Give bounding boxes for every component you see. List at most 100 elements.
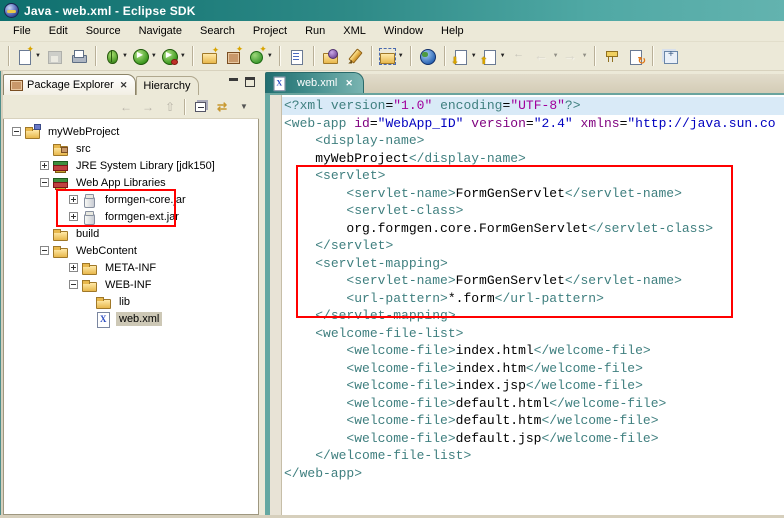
open-web-browser-button[interactable]	[416, 44, 440, 68]
code-line-18[interactable]: <welcome-file>default.html</welcome-file…	[284, 395, 784, 413]
back-button[interactable]: ▼	[532, 44, 561, 68]
next-annotation-button[interactable]: ▼	[450, 44, 479, 68]
code-line-20[interactable]: <welcome-file>default.jsp</welcome-file>	[284, 430, 784, 448]
menu-navigate[interactable]: Navigate	[130, 22, 191, 40]
code-line-3[interactable]: <display-name>	[284, 132, 784, 150]
maximize-view-icon[interactable]	[245, 77, 255, 87]
forward-button[interactable]: ▼	[561, 44, 590, 68]
open-resource-button[interactable]	[319, 44, 343, 68]
close-icon[interactable]: ✕	[120, 80, 128, 91]
expand-icon[interactable]	[69, 263, 78, 272]
code-line-5[interactable]: <servlet>	[284, 167, 784, 185]
tree-item-src[interactable]: src	[4, 140, 258, 157]
code-line-4[interactable]: myWebProject</display-name>	[284, 150, 784, 168]
close-icon[interactable]: ✕	[345, 78, 353, 89]
tree-item-meta-inf[interactable]: META-INF	[4, 259, 258, 276]
code-line-17[interactable]: <welcome-file>index.jsp</welcome-file>	[284, 377, 784, 395]
debug-button[interactable]: ▼	[101, 44, 130, 68]
menu-search[interactable]: Search	[191, 22, 244, 40]
minimize-view-icon[interactable]	[229, 78, 239, 87]
open-type-button[interactable]	[285, 44, 309, 68]
menu-run[interactable]: Run	[296, 22, 334, 40]
menu-project[interactable]: Project	[244, 22, 296, 40]
tree-item-lib[interactable]: lib	[4, 293, 258, 310]
code-line-8[interactable]: org.formgen.core.FormGenServlet</servlet…	[284, 220, 784, 238]
menu-help[interactable]: Help	[432, 22, 473, 40]
tree-item-jre-system-library-jdk150[interactable]: JRE System Library [jdk150]	[4, 157, 258, 174]
code-line-21[interactable]: </welcome-file-list>	[284, 447, 784, 465]
search-button[interactable]: ▼	[377, 44, 406, 68]
dropdown-arrow-icon[interactable]: ▼	[35, 53, 41, 59]
collapse-all-button[interactable]	[189, 97, 211, 117]
tab-web-xml[interactable]: web.xml ✕	[265, 72, 364, 93]
tree-item-web-app-libraries[interactable]: Web App Libraries	[4, 174, 258, 191]
code-line-9[interactable]: </servlet>	[284, 237, 784, 255]
dropdown-arrow-icon[interactable]: ▼	[500, 53, 506, 59]
tree-item-web-xml[interactable]: web.xml	[4, 310, 258, 327]
code-line-10[interactable]: <servlet-mapping>	[284, 255, 784, 273]
up-button[interactable]: ⇧	[159, 97, 181, 117]
link-with-editor-button[interactable]: ⇄	[211, 97, 233, 117]
tree-item-build[interactable]: build	[4, 225, 258, 242]
tree-item-web-inf[interactable]: WEB-INF	[4, 276, 258, 293]
highlight-pen-button[interactable]	[343, 44, 367, 68]
tab-hierarchy[interactable]: Hierarchy	[136, 76, 199, 95]
print-button[interactable]	[67, 44, 91, 68]
new-package-button[interactable]	[222, 44, 246, 68]
code-line-22[interactable]: </web-app>	[284, 465, 784, 483]
code-line-15[interactable]: <welcome-file>index.html</welcome-file>	[284, 342, 784, 360]
menu-edit[interactable]: Edit	[40, 22, 77, 40]
menu-source[interactable]: Source	[77, 22, 130, 40]
collapse-icon[interactable]	[69, 280, 78, 289]
project-tree[interactable]: myWebProjectsrcJRE System Library [jdk15…	[3, 119, 259, 515]
collapse-icon[interactable]	[12, 127, 21, 136]
tree-item-mywebproject[interactable]: myWebProject	[4, 123, 258, 140]
code-line-19[interactable]: <welcome-file>default.htm</welcome-file>	[284, 412, 784, 430]
tree-item-webcontent[interactable]: WebContent	[4, 242, 258, 259]
refresh-document-button[interactable]	[624, 44, 648, 68]
code-line-14[interactable]: <welcome-file-list>	[284, 325, 784, 343]
menu-window[interactable]: Window	[375, 22, 432, 40]
code-line-16[interactable]: <welcome-file>index.htm</welcome-file>	[284, 360, 784, 378]
dropdown-arrow-icon[interactable]: ▼	[180, 53, 186, 59]
view-menu-button[interactable]: ▼	[233, 97, 255, 117]
new-class-button[interactable]: ▼	[246, 44, 275, 68]
code-line-11[interactable]: <servlet-name>FormGenServlet</servlet-na…	[284, 272, 784, 290]
code-line-2[interactable]: <web-app id="WebApp_ID" version="2.4" xm…	[284, 115, 784, 133]
dropdown-arrow-icon[interactable]: ▼	[151, 53, 157, 59]
xml-source-editor[interactable]: <?xml version="1.0" encoding="UTF-8"?><w…	[282, 95, 784, 515]
back-button[interactable]: ←	[115, 97, 137, 117]
code-line-1[interactable]: <?xml version="1.0" encoding="UTF-8"?>	[282, 97, 784, 115]
dropdown-arrow-icon[interactable]: ▼	[398, 53, 404, 59]
open-perspective-button[interactable]	[658, 44, 682, 68]
dropdown-arrow-icon[interactable]: ▼	[122, 53, 128, 59]
dropdown-arrow-icon[interactable]: ▼	[471, 53, 477, 59]
run-last-launched-button[interactable]: ▼	[159, 44, 188, 68]
dropdown-arrow-icon[interactable]: ▼	[582, 53, 588, 59]
run-button[interactable]: ▼	[130, 44, 159, 68]
collapse-icon[interactable]	[40, 246, 49, 255]
expand-icon[interactable]	[40, 161, 49, 170]
tab-package-explorer[interactable]: Package Explorer ✕	[3, 74, 136, 95]
expand-icon[interactable]	[69, 195, 78, 204]
title-bar[interactable]: Java - web.xml - Eclipse SDK	[0, 0, 784, 21]
save-button[interactable]	[43, 44, 67, 68]
mark-location-button[interactable]	[600, 44, 624, 68]
code-line-6[interactable]: <servlet-name>FormGenServlet</servlet-na…	[284, 185, 784, 203]
tree-item-formgen-core-jar[interactable]: formgen-core.jar	[4, 191, 258, 208]
tree-item-formgen-ext-jar[interactable]: formgen-ext.jar	[4, 208, 258, 225]
annotation-ruler[interactable]	[270, 95, 282, 515]
expand-icon[interactable]	[69, 212, 78, 221]
new-button[interactable]: ▼	[14, 44, 43, 68]
forward-button[interactable]: →	[137, 97, 159, 117]
collapse-icon[interactable]	[40, 178, 49, 187]
menu-xml[interactable]: XML	[334, 22, 375, 40]
code-line-7[interactable]: <servlet-class>	[284, 202, 784, 220]
previous-annotation-button[interactable]: ▼	[479, 44, 508, 68]
dropdown-arrow-icon[interactable]: ▼	[267, 53, 273, 59]
dropdown-arrow-icon[interactable]: ▼	[553, 53, 559, 59]
code-line-12[interactable]: <url-pattern>*.form</url-pattern>	[284, 290, 784, 308]
menu-file[interactable]: File	[4, 22, 40, 40]
code-line-13[interactable]: </servlet-mapping>	[284, 307, 784, 325]
new-web-project-button[interactable]	[198, 44, 222, 68]
